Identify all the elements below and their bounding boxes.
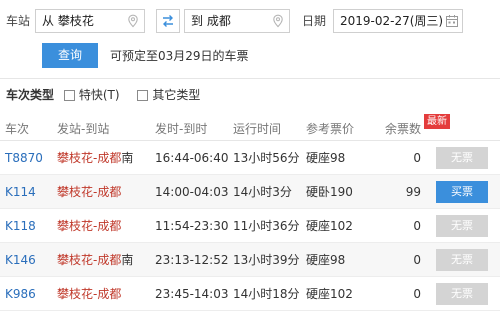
station-names: 攀枝花-成都 (57, 253, 122, 267)
new-badge: 最新 (424, 114, 450, 129)
reference-price: 硬卧190 (306, 185, 353, 199)
station-label: 车站 (6, 14, 31, 28)
depart-arrive-time: 23:13-12:52 (155, 253, 229, 267)
filter-option-express[interactable]: 特快(T) (63, 88, 124, 102)
to-station-input[interactable]: 到 成都 (184, 9, 290, 33)
station-pair: 攀枝花-成都 (57, 286, 121, 302)
filter-option-label: 特快(T) (78, 88, 120, 102)
train-number[interactable]: T8870 (5, 150, 43, 166)
remaining-tickets: 99 (405, 185, 421, 199)
station-pair: 攀枝花-成都 (57, 184, 121, 200)
reference-price: 硬座98 (306, 253, 346, 267)
presale-hint: 可预定至03月29日的车票 (110, 49, 249, 63)
reference-price: 硬座98 (306, 151, 346, 165)
reference-price: 硬座102 (306, 287, 353, 301)
from-station-input[interactable]: 从 攀枝花 (35, 9, 145, 33)
query-button[interactable]: 查询 (42, 43, 98, 68)
swap-stations-button[interactable] (156, 9, 180, 33)
no-ticket-button[interactable]: 无票 (436, 249, 488, 271)
station-pair: 攀枝花-成都 (57, 218, 121, 234)
table-row: K114 攀枝花-成都 14:00-04:03 14小时3分 硬卧190 99 … (0, 175, 500, 209)
filter-option-label: 其它类型 (152, 88, 201, 102)
duration: 11小时36分 (233, 219, 300, 233)
no-ticket-button[interactable]: 无票 (436, 147, 488, 169)
swap-arrows-icon (163, 15, 173, 27)
duration: 14小时3分 (233, 185, 292, 199)
station-pair: 攀枝花-成都南 (57, 150, 133, 166)
station-names: 攀枝花-成都 (57, 185, 122, 199)
train-number[interactable]: K114 (5, 184, 36, 200)
to-station-value: 到 成都 (191, 14, 231, 28)
train-number[interactable]: K986 (5, 286, 36, 302)
reference-price: 硬座102 (306, 219, 353, 233)
header-duration: 运行时间 (233, 122, 282, 136)
train-number[interactable]: K146 (5, 252, 36, 268)
filter-option-other[interactable]: 其它类型 (137, 88, 200, 102)
calendar-icon (446, 15, 458, 27)
express-checkbox[interactable] (63, 90, 75, 101)
table-row: T8870 攀枝花-成都南 16:44-06:40 13小时56分 硬座98 0… (0, 141, 500, 175)
depart-arrive-time: 11:54-23:30 (155, 219, 229, 233)
duration: 13小时56分 (233, 151, 300, 165)
station-names: 攀枝花-成都 (57, 219, 122, 233)
location-pin-icon (273, 14, 283, 28)
station-suffix: 南 (121, 151, 134, 165)
header-price: 参考票价 (306, 122, 355, 136)
date-label: 日期 (302, 14, 327, 28)
station-names: 攀枝花-成都 (57, 287, 122, 301)
date-value: 2019-02-27(周三) (340, 14, 444, 28)
remaining-tickets: 0 (413, 151, 421, 165)
no-ticket-button[interactable]: 无票 (436, 283, 488, 305)
station-pair: 攀枝花-成都南 (57, 252, 133, 268)
from-station-value: 从 攀枝花 (42, 14, 94, 28)
station-names: 攀枝花-成都 (57, 151, 122, 165)
buy-ticket-button[interactable]: 买票 (436, 181, 488, 203)
table-row: K118 攀枝花-成都 11:54-23:30 11小时36分 硬座102 0 … (0, 209, 500, 243)
filter-title: 车次类型 (6, 88, 55, 102)
no-ticket-button[interactable]: 无票 (436, 215, 488, 237)
header-remaining: 余票数 (385, 122, 422, 136)
remaining-tickets: 0 (413, 219, 421, 233)
location-pin-icon (128, 14, 138, 28)
depart-arrive-time: 23:45-14:03 (155, 287, 229, 301)
other-type-checkbox[interactable] (137, 90, 149, 101)
duration: 14小时18分 (233, 287, 300, 301)
train-number[interactable]: K118 (5, 218, 36, 234)
table-row: K986 攀枝花-成都 23:45-14:03 14小时18分 硬座102 0 … (0, 277, 500, 311)
divider (0, 78, 500, 79)
table-row: K146 攀枝花-成都南 23:13-12:52 13小时39分 硬座98 0 … (0, 243, 500, 277)
header-train-no: 车次 (5, 122, 30, 136)
date-input[interactable]: 2019-02-27(周三) (333, 9, 463, 33)
depart-arrive-time: 16:44-06:40 (155, 151, 229, 165)
header-stations: 发站-到站 (57, 122, 110, 136)
header-times: 发时-到时 (155, 122, 208, 136)
station-suffix: 南 (121, 253, 134, 267)
duration: 13小时39分 (233, 253, 300, 267)
depart-arrive-time: 14:00-04:03 (155, 185, 229, 199)
train-type-filter: 车次类型 特快(T) 其它类型 (6, 86, 214, 104)
remaining-tickets: 0 (413, 287, 421, 301)
remaining-tickets: 0 (413, 253, 421, 267)
